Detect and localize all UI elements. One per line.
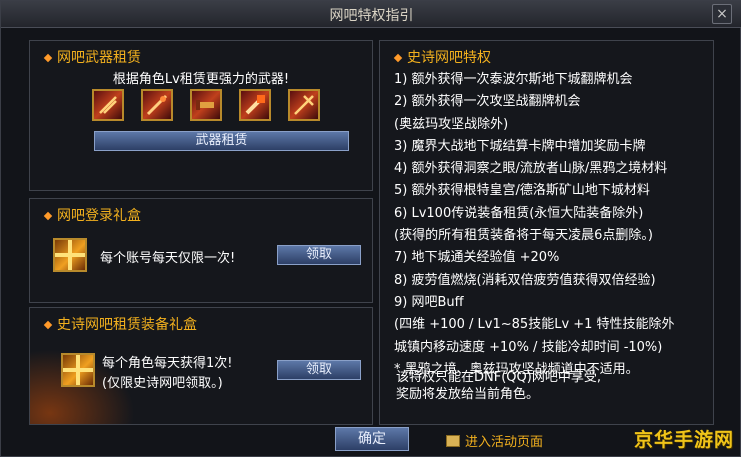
weapon-rent-header: 网吧武器租赁 [43, 47, 141, 67]
privilege-item: 6) Lv100传说装备租赁(永恒大陆装备除外) [394, 205, 644, 221]
weapon-icon[interactable] [239, 89, 271, 121]
close-icon[interactable]: × [712, 4, 732, 24]
privilege-item: (奥兹玛攻坚战除外) [394, 116, 509, 132]
weapon-rent-title: 网吧武器租赁 [57, 50, 141, 66]
watermark-logo: 京华手游网 [633, 429, 734, 451]
diamond-icon [43, 53, 53, 63]
epic-gift-title: 史诗网吧租赁装备礼盒 [57, 317, 197, 333]
privilege-item: 3) 魔界大战地下城结算卡牌中增加奖励卡牌 [394, 138, 646, 154]
gift-box-icon [61, 353, 95, 387]
diamond-icon [393, 53, 403, 63]
notice-line: 奖励将发放给当前角色。 [396, 387, 540, 402]
login-gift-claim-button[interactable]: 领取 [277, 245, 361, 265]
diamond-icon [43, 211, 53, 221]
login-gift-title: 网吧登录礼盒 [57, 208, 141, 224]
privilege-item: 2) 额外获得一次攻坚战翻牌机会 [394, 94, 581, 110]
weapon-rent-panel: 网吧武器租赁 根据角色Lv租赁更强力的武器! 武器租赁 [29, 40, 373, 191]
privileges-panel: 史诗网吧特权 1) 额外获得一次泰波尔斯地下城翻牌机会 2) 额外获得一次攻坚战… [379, 40, 714, 425]
privilege-item: (四维 +100 / Lv1~85技能Lv +1 特性技能除外 [394, 317, 675, 333]
epic-gift-text-line2: (仅限史诗网吧领取。) [102, 376, 223, 391]
epic-gift-panel: 史诗网吧租赁装备礼盒 每个角色每天获得1次! (仅限史诗网吧领取。) 领取 [29, 307, 373, 425]
privilege-item: (获得的所有租赁装备将于每天凌晨6点删除。) [394, 228, 653, 244]
privilege-notice: 该特权只能在DNF(QQ)网吧中享受, 奖励将发放给当前角色。 [396, 369, 601, 403]
weapon-icon[interactable] [141, 89, 173, 121]
privilege-item: 7) 地下城通关经验值 +20% [394, 250, 560, 266]
privilege-guide-window: 网吧特权指引 × 网吧武器租赁 根据角色Lv租赁更强力的武器! 武器租赁 网吧登… [0, 0, 741, 457]
diamond-icon [43, 320, 53, 330]
privilege-item: 城镇内移动速度 +10% / 技能冷却时间 -10%) [394, 339, 663, 355]
login-gift-header: 网吧登录礼盒 [43, 205, 141, 225]
confirm-button[interactable]: 确定 [335, 427, 409, 451]
privileges-list: 1) 额外获得一次泰波尔斯地下城翻牌机会 2) 额外获得一次攻坚战翻牌机会 (奥… [394, 69, 675, 381]
title-bar: 网吧特权指引 × [1, 1, 741, 28]
epic-gift-header: 史诗网吧租赁装备礼盒 [43, 314, 197, 334]
weapon-icon[interactable] [92, 89, 124, 121]
login-gift-text: 每个账号每天仅限一次! [100, 251, 236, 266]
checkbox-icon [446, 435, 460, 447]
privilege-item: 8) 疲劳值燃烧(消耗双倍疲劳值获得双倍经验) [394, 272, 656, 288]
weapon-rent-button[interactable]: 武器租赁 [94, 131, 349, 151]
weapon-rent-subtitle: 根据角色Lv租赁更强力的武器! [112, 72, 290, 87]
weapon-icon[interactable] [288, 89, 320, 121]
gift-box-icon [53, 238, 87, 272]
privilege-item: 5) 额外获得根特皇宫/德洛斯矿山地下城材料 [394, 183, 650, 199]
event-page-link[interactable]: 进入活动页面 [446, 431, 543, 450]
privilege-item: 1) 额外获得一次泰波尔斯地下城翻牌机会 [394, 72, 633, 87]
privilege-item: 9) 网吧Buff [394, 294, 464, 310]
privileges-title: 史诗网吧特权 [407, 50, 491, 66]
login-gift-panel: 网吧登录礼盒 每个账号每天仅限一次! 领取 [29, 198, 373, 303]
weapon-icon[interactable] [190, 89, 222, 121]
window-title: 网吧特权指引 [329, 8, 414, 24]
privileges-header: 史诗网吧特权 [393, 47, 491, 67]
privilege-item: 4) 额外获得洞察之眼/流放者山脉/黑鸦之境材料 [394, 161, 668, 177]
epic-gift-claim-button[interactable]: 领取 [277, 360, 361, 380]
event-page-link-label: 进入活动页面 [465, 435, 544, 450]
epic-gift-text-line1: 每个角色每天获得1次! [102, 356, 233, 371]
notice-line: 该特权只能在DNF(QQ)网吧中享受, [396, 370, 601, 385]
